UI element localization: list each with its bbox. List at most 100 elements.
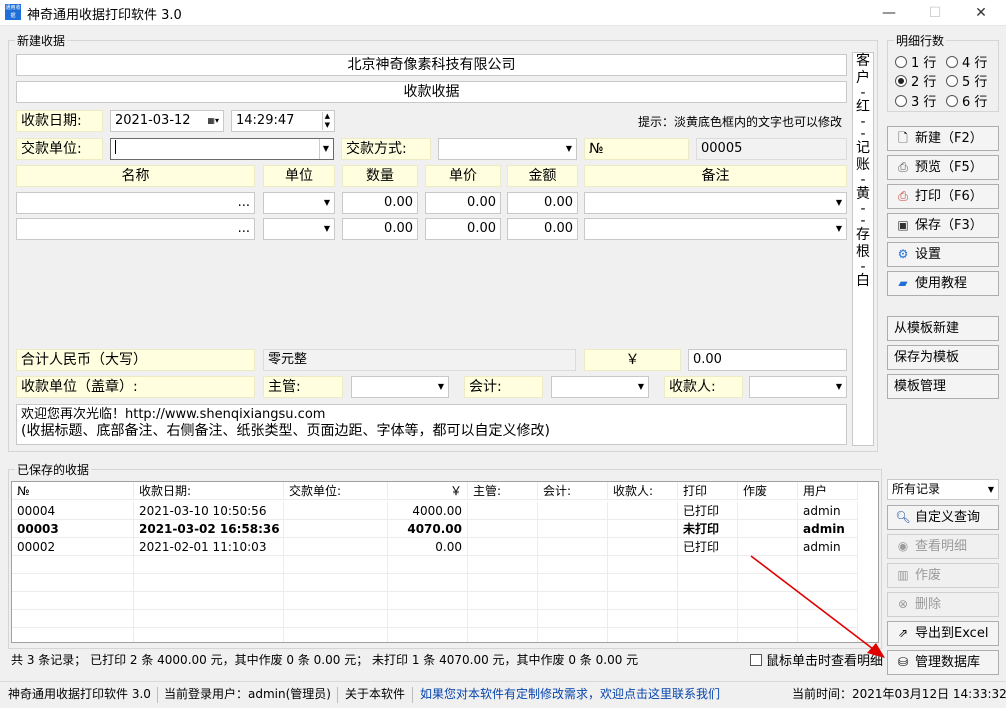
time-spinner-icon[interactable]: ▲ ▼ [321, 112, 330, 130]
item-price-field[interactable]: 0.00 [425, 192, 501, 214]
table-cell-sup [468, 574, 538, 592]
delete-button[interactable]: ⊗ 删除 [887, 592, 999, 617]
export-excel-button[interactable]: ⇗ 导出到Excel [887, 621, 999, 646]
stamp-label[interactable]: 收款单位（盖章）: [16, 376, 255, 398]
table-cell-no [12, 574, 134, 592]
rows-option-5[interactable]: 5 行 [946, 71, 987, 90]
tutorial-button[interactable]: ▰ 使用教程 [887, 271, 999, 296]
chevron-down-icon[interactable]: ▼ [438, 377, 444, 397]
void-button[interactable]: ▥ 作废 [887, 563, 999, 588]
table-cell-amount [388, 574, 468, 592]
record-filter-select[interactable]: 所有记录 ▼ [887, 479, 999, 500]
header-unit[interactable]: 单位 [263, 165, 335, 187]
supervisor-combo[interactable]: ▼ [351, 376, 449, 398]
payer-combo[interactable]: ▼ [110, 138, 334, 160]
header-qty[interactable]: 数量 [342, 165, 418, 187]
method-label[interactable]: 交款方式: [341, 138, 431, 160]
app-logo-icon: 通用收据 [5, 4, 21, 20]
template-manager-button[interactable]: 模板管理 [887, 374, 999, 399]
manage-database-button[interactable]: ⛁ 管理数据库 [887, 650, 999, 675]
item-amount-field[interactable]: 0.00 [507, 218, 578, 240]
receipt-title-field[interactable]: 收款收据 [16, 81, 847, 103]
chevron-down-icon[interactable]: ▼ [836, 219, 842, 239]
column-header[interactable]: 收款人: [608, 482, 678, 500]
status-about-link[interactable]: 关于本软件 [345, 682, 405, 707]
status-custom-link[interactable]: 如果您对本软件有定制修改需求，欢迎点击这里联系我们 [420, 682, 720, 707]
header-amount[interactable]: 金额 [507, 165, 578, 187]
item-name-field[interactable]: ... [16, 218, 255, 240]
cashier-combo[interactable]: ▼ [749, 376, 847, 398]
side-note-char: 记 [856, 140, 870, 156]
export-label: 导出到Excel [915, 626, 989, 641]
custom-query-button[interactable]: 🔍︎ 自定义查询 [887, 505, 999, 530]
close-button[interactable]: ✕ [958, 0, 1004, 26]
rows-option-4[interactable]: 4 行 [946, 52, 987, 71]
rows-option-6[interactable]: 6 行 [946, 91, 987, 110]
column-header[interactable]: 用户 [798, 482, 858, 500]
table-row[interactable]: 00003 2021-03-02 16:58:36 4070.00 未打印 admin [12, 520, 878, 538]
chevron-down-icon[interactable]: ▼ [324, 193, 330, 213]
item-price-field[interactable]: 0.00 [425, 218, 501, 240]
chevron-down-icon[interactable]: ▼ [836, 193, 842, 213]
item-remark-combo[interactable]: ▼ [584, 218, 847, 240]
item-unit-combo[interactable]: ▼ [263, 218, 335, 240]
time-picker[interactable]: 14:29:47 ▲ ▼ [231, 110, 335, 132]
view-detail-button[interactable]: ◉ 查看明细 [887, 534, 999, 559]
chevron-down-icon[interactable]: ▼ [566, 139, 572, 159]
column-header[interactable]: ￥ [388, 482, 468, 500]
table-row[interactable]: 00004 2021-03-10 10:50:56 4000.00 已打印 admin [12, 502, 878, 520]
accountant-label[interactable]: 会计: [464, 376, 543, 398]
footer-note-textarea[interactable]: 欢迎您再次光临！http://www.shenqixiangsu.com (收据… [16, 404, 847, 445]
supervisor-label[interactable]: 主管: [263, 376, 343, 398]
rows-option-3[interactable]: 3 行 [895, 91, 936, 110]
chevron-down-icon[interactable]: ▼ [836, 377, 842, 397]
minimize-button[interactable]: — [866, 0, 912, 26]
save-button[interactable]: ▣ 保存（F3） [887, 213, 999, 238]
payer-label[interactable]: 交款单位: [16, 138, 103, 160]
date-picker[interactable]: 2021-03-12 ▦▾ [110, 110, 224, 132]
column-header[interactable]: 会计: [538, 482, 608, 500]
calendar-icon[interactable]: ▦▾ [207, 111, 219, 131]
total-words-label[interactable]: 合计人民币（大写） [16, 349, 255, 371]
header-remark[interactable]: 备注 [584, 165, 847, 187]
date-label[interactable]: 收款日期: [16, 110, 103, 132]
column-header[interactable]: № [12, 482, 134, 500]
chevron-down-icon[interactable]: ▼ [318, 139, 329, 159]
rows-option-2[interactable]: 2 行 [895, 71, 936, 90]
printer-icon: ⎙ [898, 189, 908, 203]
accountant-combo[interactable]: ▼ [551, 376, 649, 398]
column-header[interactable]: 交款单位: [284, 482, 388, 500]
preview-button[interactable]: ⎙ 预览（F5） [887, 155, 999, 180]
column-header[interactable]: 作废 [738, 482, 798, 500]
item-name-field[interactable]: ... [16, 192, 255, 214]
new-from-template-button[interactable]: 从模板新建 [887, 316, 999, 341]
chevron-down-icon[interactable]: ▼ [638, 377, 644, 397]
rows-option-label: 4 行 [962, 56, 988, 71]
method-combo[interactable]: ▼ [438, 138, 577, 160]
save-as-template-button[interactable]: 保存为模板 [887, 345, 999, 370]
rows-option-1[interactable]: 1 行 [895, 52, 936, 71]
item-remark-combo[interactable]: ▼ [584, 192, 847, 214]
total-amount-field[interactable]: 0.00 [688, 349, 847, 371]
item-unit-combo[interactable]: ▼ [263, 192, 335, 214]
no-label[interactable]: № [584, 138, 689, 160]
column-header[interactable]: 打印 [678, 482, 738, 500]
chevron-down-icon[interactable]: ▼ [324, 219, 330, 239]
column-header[interactable]: 收款日期: [134, 482, 284, 500]
status-user: 当前登录用户：admin(管理员) [164, 687, 331, 701]
chevron-down-icon[interactable]: ▼ [988, 480, 994, 499]
print-button[interactable]: ⎙ 打印（F6） [887, 184, 999, 209]
item-qty-field[interactable]: 0.00 [342, 218, 418, 240]
item-qty-field[interactable]: 0.00 [342, 192, 418, 214]
side-note-vertical[interactable]: 客户-红--记账-黄--存根-白 [852, 52, 874, 446]
new-button[interactable]: 🗋 新建（F2） [887, 126, 999, 151]
column-header[interactable]: 主管: [468, 482, 538, 500]
cashier-label[interactable]: 收款人: [664, 376, 743, 398]
maximize-button[interactable]: ☐ [912, 0, 958, 26]
header-price[interactable]: 单价 [425, 165, 501, 187]
settings-button[interactable]: ⚙ 设置 [887, 242, 999, 267]
item-amount-field[interactable]: 0.00 [507, 192, 578, 214]
header-name[interactable]: 名称 [16, 165, 255, 187]
company-name-field[interactable]: 北京神奇像素科技有限公司 [16, 54, 847, 76]
currency-label[interactable]: ￥ [584, 349, 681, 371]
